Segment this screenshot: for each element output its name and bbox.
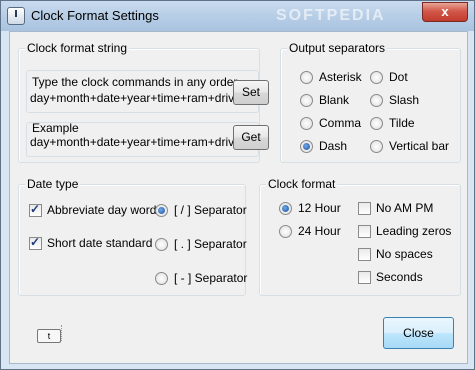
separator-dot[interactable]: Dot bbox=[370, 69, 408, 85]
separator-blank[interactable]: Blank bbox=[300, 92, 349, 108]
radio-icon[interactable] bbox=[370, 70, 383, 84]
radio-icon[interactable] bbox=[300, 116, 313, 130]
example-label: Example bbox=[32, 121, 79, 135]
window-title: Clock Format Settings bbox=[31, 8, 159, 23]
radio-icon[interactable] bbox=[370, 139, 383, 153]
title-bar[interactable]: Clock Format Settings SOFTPEDIA x bbox=[1, 1, 474, 31]
date-type-legend: Date type bbox=[25, 177, 81, 191]
hour12-radio[interactable]: 12 Hour bbox=[279, 200, 341, 216]
separator-dot-radio[interactable]: [ . ] Separator bbox=[155, 236, 247, 252]
separator-slash[interactable]: Slash bbox=[370, 92, 419, 108]
cursor-icon bbox=[61, 325, 76, 341]
example-box: Example day+month+date+year+time+ram+dri… bbox=[26, 121, 269, 157]
example-value: day+month+date+year+time+ram+drive bbox=[30, 135, 241, 149]
separator-dash[interactable]: Dash bbox=[300, 138, 347, 154]
output-separators-legend: Output separators bbox=[287, 41, 388, 55]
separator-tilde[interactable]: Tilde bbox=[370, 115, 415, 131]
separator-asterisk[interactable]: Asterisk bbox=[300, 69, 362, 85]
separator-comma[interactable]: Comma bbox=[300, 115, 361, 131]
commands-label: Type the clock commands in any order bbox=[32, 75, 238, 89]
checkbox-checked-icon[interactable] bbox=[29, 202, 42, 217]
radio-icon[interactable] bbox=[370, 93, 383, 107]
radio-icon[interactable] bbox=[155, 271, 168, 285]
date-type-group: Date type Abbreviate day word Short date… bbox=[18, 177, 247, 296]
checkbox-icon[interactable] bbox=[358, 247, 371, 261]
radio-icon[interactable] bbox=[300, 70, 313, 84]
hour24-radio[interactable]: 24 Hour bbox=[279, 223, 341, 239]
checkbox-icon[interactable] bbox=[358, 224, 371, 238]
leading-zeros-checkbox[interactable]: Leading zeros bbox=[358, 223, 451, 239]
radio-selected-icon[interactable] bbox=[155, 203, 168, 217]
window-close-button[interactable]: x bbox=[422, 2, 468, 22]
set-button[interactable]: Set bbox=[233, 80, 269, 105]
checkbox-checked-icon[interactable] bbox=[29, 235, 42, 250]
separator-dash-radio[interactable]: [ - ] Separator bbox=[155, 270, 247, 286]
commands-value[interactable]: day+month+date+year+time+ram+drive bbox=[30, 91, 241, 105]
clock-format-group: Clock format 12 Hour 24 Hour No AM PM Le… bbox=[259, 177, 461, 296]
output-separators-group: Output separators Asterisk Dot Blank Sla… bbox=[280, 41, 461, 163]
checkbox-icon[interactable] bbox=[358, 201, 371, 215]
dialog-body: Clock format string Type the clock comma… bbox=[9, 31, 468, 364]
commands-box: Type the clock commands in any order day… bbox=[26, 70, 269, 113]
radio-selected-icon[interactable] bbox=[300, 139, 313, 153]
radio-selected-icon[interactable] bbox=[279, 201, 292, 215]
radio-icon[interactable] bbox=[155, 237, 168, 251]
checkbox-icon[interactable] bbox=[358, 270, 371, 284]
clock-format-string-legend: Clock format string bbox=[25, 41, 130, 55]
no-am-pm-checkbox[interactable]: No AM PM bbox=[358, 200, 433, 216]
short-date-checkbox[interactable]: Short date standard bbox=[29, 235, 152, 251]
no-spaces-checkbox[interactable]: No spaces bbox=[358, 246, 433, 262]
main-window: Clock Format Settings SOFTPEDIA x Clock … bbox=[0, 0, 475, 370]
clock-format-string-group: Clock format string Type the clock comma… bbox=[18, 41, 269, 163]
radio-icon[interactable] bbox=[370, 116, 383, 130]
keyboard-icon[interactable]: t bbox=[37, 329, 61, 343]
radio-icon[interactable] bbox=[300, 93, 313, 107]
watermark: SOFTPEDIA bbox=[276, 7, 386, 24]
get-button[interactable]: Get bbox=[233, 125, 269, 150]
radio-icon[interactable] bbox=[279, 224, 292, 238]
abbreviate-day-checkbox[interactable]: Abbreviate day word bbox=[29, 202, 156, 218]
separator-slash-radio[interactable]: [ / ] Separator bbox=[155, 202, 247, 218]
separator-vertical-bar[interactable]: Vertical bar bbox=[370, 138, 449, 154]
clock-app-icon bbox=[7, 7, 25, 25]
clock-format-legend: Clock format bbox=[266, 177, 338, 191]
seconds-checkbox[interactable]: Seconds bbox=[358, 269, 423, 285]
close-button[interactable]: Close bbox=[383, 317, 454, 349]
